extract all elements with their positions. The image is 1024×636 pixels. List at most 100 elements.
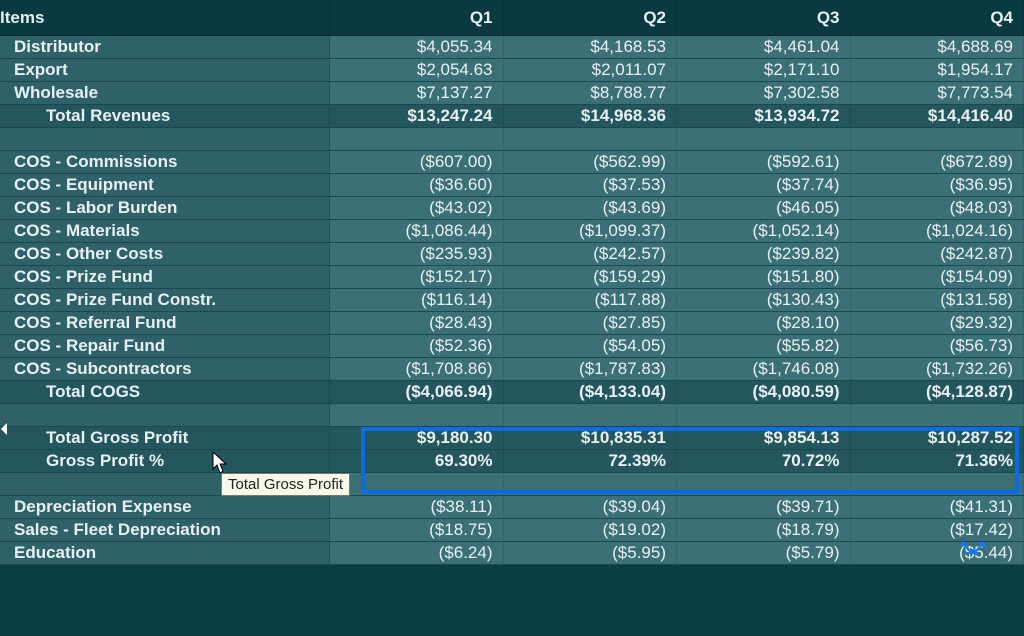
table-header-row: Items Q1 Q2 Q3 Q4 (0, 0, 1024, 36)
total-cogs-row[interactable]: Total COGS ($4,066.94) ($4,133.04) ($4,0… (0, 381, 1024, 404)
expense-q4: ($17.42) (851, 519, 1024, 541)
cogs-q3: ($151.80) (677, 266, 851, 288)
expense-q3: ($39.71) (677, 496, 851, 518)
total-cogs-q4: ($4,128.87) (851, 381, 1024, 403)
expense-q4: ($5.44) (851, 542, 1024, 564)
total-revenues-q4: $14,416.40 (851, 105, 1024, 127)
expense-label: Depreciation Expense (0, 496, 330, 518)
cogs-row[interactable]: COS - Prize Fund($152.17)($159.29)($151.… (0, 266, 1024, 289)
total-gross-profit-row[interactable]: Total Gross Profit $9,180.30 $10,835.31 … (0, 427, 1024, 450)
cogs-q4: ($131.58) (851, 289, 1024, 311)
revenue-q2: $2,011.07 (504, 59, 678, 81)
gross-profit-q3: $9,854.13 (677, 427, 851, 449)
expense-row[interactable]: Sales - Fleet Depreciation($18.75)($19.0… (0, 519, 1024, 542)
gross-pct-q4: 71.36% (851, 450, 1024, 472)
revenue-label: Wholesale (0, 82, 330, 104)
cogs-q3: ($37.74) (677, 174, 851, 196)
cogs-q3: ($55.82) (677, 335, 851, 357)
cogs-q1: ($36.60) (330, 174, 504, 196)
cogs-q3: ($1,052.14) (677, 220, 851, 242)
cogs-label: COS - Prize Fund (0, 266, 330, 288)
cogs-q1: ($43.02) (330, 197, 504, 219)
revenue-q3: $2,171.10 (677, 59, 851, 81)
cogs-label: COS - Referral Fund (0, 312, 330, 334)
revenue-q3: $4,461.04 (677, 36, 851, 58)
revenue-label: Export (0, 59, 330, 81)
gross-profit-q1: $9,180.30 (330, 427, 504, 449)
cogs-row[interactable]: COS - Other Costs($235.93)($242.57)($239… (0, 243, 1024, 266)
revenue-q1: $4,055.34 (330, 36, 504, 58)
col-header-items[interactable]: Items (0, 0, 330, 35)
cogs-q3: ($28.10) (677, 312, 851, 334)
gross-profit-q4: $10,287.52 (851, 427, 1024, 449)
financial-table[interactable]: Items Q1 Q2 Q3 Q4 Distributor$4,055.34$4… (0, 0, 1024, 565)
row-indicator-icon (1, 423, 7, 435)
cogs-row[interactable]: COS - Prize Fund Constr.($116.14)($117.8… (0, 289, 1024, 312)
expense-q2: ($19.02) (504, 519, 678, 541)
cogs-row[interactable]: COS - Commissions($607.00)($562.99)($592… (0, 151, 1024, 174)
cogs-row[interactable]: COS - Referral Fund($28.43)($27.85)($28.… (0, 312, 1024, 335)
revenue-q3: $7,302.58 (677, 82, 851, 104)
revenue-q2: $8,788.77 (504, 82, 678, 104)
total-cogs-q3: ($4,080.59) (677, 381, 851, 403)
cogs-q4: ($1,732.26) (851, 358, 1024, 380)
cogs-label: COS - Materials (0, 220, 330, 242)
col-header-q4[interactable]: Q4 (851, 0, 1024, 35)
cogs-q1: ($235.93) (330, 243, 504, 265)
cogs-row[interactable]: COS - Subcontractors($1,708.86)($1,787.8… (0, 358, 1024, 381)
revenue-q4: $1,954.17 (851, 59, 1024, 81)
total-revenues-label: Total Revenues (0, 105, 330, 127)
total-revenues-q3: $13,934.72 (677, 105, 851, 127)
revenue-row[interactable]: Distributor$4,055.34$4,168.53$4,461.04$4… (0, 36, 1024, 59)
cogs-q2: ($43.69) (504, 197, 678, 219)
revenue-q4: $7,773.54 (851, 82, 1024, 104)
cogs-q3: ($46.05) (677, 197, 851, 219)
cogs-row[interactable]: COS - Repair Fund($52.36)($54.05)($55.82… (0, 335, 1024, 358)
cogs-row[interactable]: COS - Labor Burden($43.02)($43.69)($46.0… (0, 197, 1024, 220)
revenue-row[interactable]: Wholesale$7,137.27$8,788.77$7,302.58$7,7… (0, 82, 1024, 105)
cogs-q1: ($1,086.44) (330, 220, 504, 242)
col-header-q2[interactable]: Q2 (504, 0, 678, 35)
cogs-q2: ($37.53) (504, 174, 678, 196)
revenue-q4: $4,688.69 (851, 36, 1024, 58)
cogs-q1: ($28.43) (330, 312, 504, 334)
cogs-q3: ($239.82) (677, 243, 851, 265)
expense-row[interactable]: Depreciation Expense($38.11)($39.04)($39… (0, 496, 1024, 519)
total-cogs-q1: ($4,066.94) (330, 381, 504, 403)
cogs-q2: ($242.57) (504, 243, 678, 265)
total-gross-profit-label: Total Gross Profit (0, 427, 330, 449)
cogs-q2: ($1,099.37) (504, 220, 678, 242)
cogs-q3: ($592.61) (677, 151, 851, 173)
expense-q2: ($5.95) (504, 542, 678, 564)
total-revenues-row[interactable]: Total Revenues $13,247.24 $14,968.36 $13… (0, 105, 1024, 128)
expense-label: Education (0, 542, 330, 564)
cogs-q4: ($36.95) (851, 174, 1024, 196)
cogs-q2: ($1,787.83) (504, 358, 678, 380)
expense-q2: ($39.04) (504, 496, 678, 518)
cogs-q2: ($562.99) (504, 151, 678, 173)
revenue-q1: $2,054.63 (330, 59, 504, 81)
cogs-q1: ($52.36) (330, 335, 504, 357)
gross-pct-q1: 69.30% (330, 450, 504, 472)
revenue-label: Distributor (0, 36, 330, 58)
revenue-q1: $7,137.27 (330, 82, 504, 104)
cogs-q2: ($117.88) (504, 289, 678, 311)
gross-profit-pct-row[interactable]: Gross Profit % 69.30% 72.39% 70.72% 71.3… (0, 450, 1024, 473)
cogs-label: COS - Other Costs (0, 243, 330, 265)
total-cogs-label: Total COGS (0, 381, 330, 403)
cogs-q4: ($48.03) (851, 197, 1024, 219)
col-header-q3[interactable]: Q3 (677, 0, 851, 35)
revenue-row[interactable]: Export$2,054.63$2,011.07$2,171.10$1,954.… (0, 59, 1024, 82)
expense-row[interactable]: Education($6.24)($5.95)($5.79)($5.44) (0, 542, 1024, 565)
spacer-row (0, 128, 1024, 151)
cogs-row[interactable]: COS - Materials($1,086.44)($1,099.37)($1… (0, 220, 1024, 243)
cogs-q3: ($130.43) (677, 289, 851, 311)
cogs-q1: ($607.00) (330, 151, 504, 173)
cogs-label: COS - Prize Fund Constr. (0, 289, 330, 311)
col-header-q1[interactable]: Q1 (330, 0, 504, 35)
cogs-q1: ($116.14) (330, 289, 504, 311)
cogs-q1: ($152.17) (330, 266, 504, 288)
cogs-row[interactable]: COS - Equipment($36.60)($37.53)($37.74)(… (0, 174, 1024, 197)
gross-pct-q2: 72.39% (504, 450, 678, 472)
gross-pct-q3: 70.72% (677, 450, 851, 472)
